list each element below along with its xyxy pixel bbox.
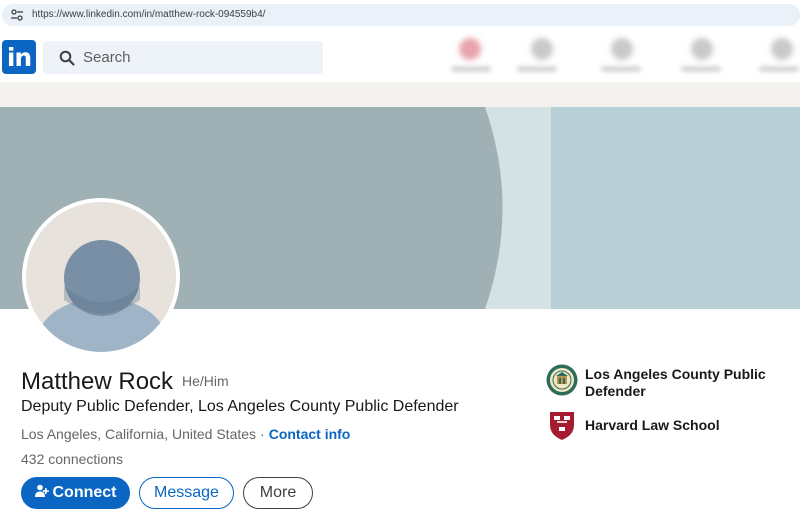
profile-photo[interactable] [22, 198, 180, 356]
profile-card: Matthew Rock He/Him Deputy Public Defend… [0, 107, 800, 518]
connections-count[interactable]: 432 connections [21, 450, 123, 468]
more-button[interactable]: More [243, 477, 313, 509]
company-name-line1: Los Angeles County Public [585, 366, 766, 382]
nav-item-label [681, 66, 721, 72]
blurred-nav-icons [445, 32, 800, 82]
site-settings-icon[interactable] [10, 8, 24, 22]
nav-item-icon[interactable] [459, 38, 481, 60]
browser-toolbar: https://www.linkedin.com/in/matthew-rock… [0, 0, 800, 32]
url-text[interactable]: https://www.linkedin.com/in/matthew-rock… [32, 8, 265, 22]
avatar-placeholder-icon [26, 202, 176, 352]
nav-item-label [451, 66, 491, 72]
search-input[interactable]: Search [43, 41, 323, 74]
profile-name: Matthew Rock [21, 368, 174, 395]
linkedin-logo[interactable]: in [2, 40, 36, 74]
connect-button[interactable]: Connect [21, 477, 130, 509]
search-placeholder: Search [83, 49, 131, 66]
harvard-shield-icon [550, 412, 574, 440]
county-seal-icon [546, 364, 578, 396]
nav-item-label [759, 66, 799, 72]
top-nav: in Search [0, 32, 800, 82]
current-company-name: Los Angeles County Public Defender [585, 366, 766, 400]
pronouns: He/Him [182, 373, 229, 389]
nav-item-icon[interactable] [611, 38, 633, 60]
address-bar[interactable]: https://www.linkedin.com/in/matthew-rock… [2, 4, 800, 26]
location-line: Los Angeles, California, United States · C… [21, 425, 350, 443]
message-button[interactable]: Message [139, 477, 234, 509]
nav-item-icon[interactable] [691, 38, 713, 60]
contact-info-link[interactable]: Contact info [269, 426, 351, 442]
nav-item-label [517, 66, 557, 72]
connect-label: Connect [52, 484, 117, 501]
school-name: Harvard Law School [585, 417, 720, 433]
add-person-icon [34, 484, 49, 497]
location: Los Angeles, California, United States [21, 426, 257, 442]
nav-item-icon[interactable] [771, 38, 793, 60]
company-name-line2: Defender [585, 383, 646, 399]
nav-item-label [601, 66, 641, 72]
search-icon [59, 50, 75, 66]
profile-headline: Deputy Public Defender, Los Angeles Coun… [21, 398, 459, 415]
separator: · [260, 426, 265, 442]
nav-item-icon[interactable] [531, 38, 553, 60]
